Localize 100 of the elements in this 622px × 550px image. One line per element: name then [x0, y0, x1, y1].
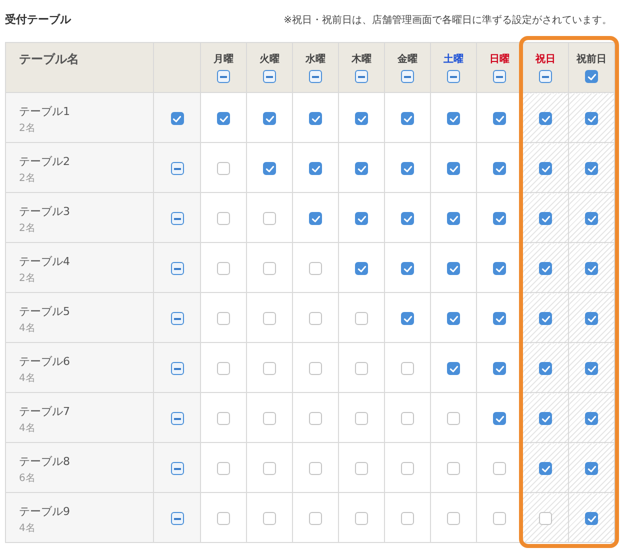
- day-checkbox[interactable]: [401, 212, 414, 226]
- day-checkbox[interactable]: [447, 412, 460, 426]
- table-name: テーブル2: [19, 154, 70, 169]
- day-checkbox[interactable]: [263, 512, 276, 526]
- column-checkbox[interactable]: [585, 70, 598, 83]
- day-checkbox[interactable]: [539, 412, 552, 426]
- day-checkbox[interactable]: [493, 462, 506, 476]
- day-checkbox[interactable]: [217, 162, 230, 176]
- day-checkbox[interactable]: [263, 112, 276, 126]
- day-checkbox[interactable]: [585, 312, 598, 326]
- row-checkbox[interactable]: [170, 412, 184, 426]
- day-checkbox[interactable]: [309, 162, 322, 176]
- day-checkbox[interactable]: [309, 262, 322, 276]
- day-checkbox[interactable]: [263, 362, 276, 376]
- day-checkbox[interactable]: [447, 212, 460, 226]
- day-checkbox[interactable]: [309, 212, 322, 226]
- day-checkbox[interactable]: [401, 162, 414, 176]
- row-checkbox[interactable]: [170, 112, 184, 126]
- column-checkbox[interactable]: [539, 70, 552, 83]
- row-checkbox[interactable]: [170, 312, 184, 326]
- day-checkbox[interactable]: [217, 312, 230, 326]
- day-checkbox[interactable]: [539, 112, 552, 126]
- day-checkbox[interactable]: [447, 512, 460, 526]
- row-checkbox[interactable]: [170, 362, 184, 376]
- day-checkbox[interactable]: [263, 262, 276, 276]
- day-checkbox[interactable]: [401, 262, 414, 276]
- day-checkbox[interactable]: [493, 212, 506, 226]
- row-checkbox[interactable]: [170, 262, 184, 276]
- day-checkbox[interactable]: [309, 362, 322, 376]
- day-checkbox[interactable]: [355, 262, 368, 276]
- day-checkbox[interactable]: [447, 112, 460, 126]
- day-checkbox[interactable]: [217, 362, 230, 376]
- column-checkbox[interactable]: [263, 70, 276, 83]
- day-checkbox[interactable]: [585, 112, 598, 126]
- day-checkbox[interactable]: [539, 262, 552, 276]
- day-checkbox[interactable]: [401, 112, 414, 126]
- column-checkbox[interactable]: [217, 70, 230, 83]
- day-checkbox[interactable]: [263, 462, 276, 476]
- day-checkbox[interactable]: [493, 112, 506, 126]
- row-checkbox[interactable]: [170, 512, 184, 526]
- day-checkbox[interactable]: [355, 112, 368, 126]
- day-checkbox[interactable]: [263, 212, 276, 226]
- day-checkbox[interactable]: [355, 512, 368, 526]
- day-checkbox[interactable]: [401, 462, 414, 476]
- day-checkbox[interactable]: [539, 212, 552, 226]
- day-checkbox[interactable]: [493, 412, 506, 426]
- day-checkbox[interactable]: [493, 362, 506, 376]
- day-checkbox[interactable]: [447, 362, 460, 376]
- day-checkbox[interactable]: [539, 462, 552, 476]
- day-checkbox[interactable]: [585, 362, 598, 376]
- day-checkbox[interactable]: [447, 262, 460, 276]
- column-checkbox[interactable]: [493, 70, 506, 83]
- day-checkbox[interactable]: [263, 412, 276, 426]
- day-checkbox[interactable]: [401, 412, 414, 426]
- row-checkbox[interactable]: [170, 212, 184, 226]
- day-checkbox[interactable]: [539, 512, 552, 526]
- day-checkbox[interactable]: [585, 162, 598, 176]
- column-checkbox[interactable]: [309, 70, 322, 83]
- day-checkbox[interactable]: [309, 112, 322, 126]
- day-checkbox[interactable]: [447, 162, 460, 176]
- day-checkbox[interactable]: [585, 462, 598, 476]
- day-checkbox[interactable]: [309, 412, 322, 426]
- day-checkbox[interactable]: [493, 262, 506, 276]
- day-checkbox[interactable]: [539, 362, 552, 376]
- day-checkbox[interactable]: [217, 262, 230, 276]
- day-checkbox[interactable]: [309, 462, 322, 476]
- day-checkbox[interactable]: [401, 312, 414, 326]
- day-checkbox[interactable]: [217, 462, 230, 476]
- day-checkbox[interactable]: [263, 162, 276, 176]
- day-checkbox[interactable]: [493, 312, 506, 326]
- column-checkbox[interactable]: [447, 70, 460, 83]
- day-checkbox[interactable]: [493, 512, 506, 526]
- day-checkbox[interactable]: [585, 212, 598, 226]
- day-checkbox[interactable]: [263, 312, 276, 326]
- day-checkbox[interactable]: [217, 412, 230, 426]
- day-checkbox[interactable]: [355, 462, 368, 476]
- day-checkbox[interactable]: [447, 312, 460, 326]
- column-checkbox[interactable]: [355, 70, 368, 83]
- day-checkbox[interactable]: [401, 362, 414, 376]
- day-checkbox[interactable]: [585, 262, 598, 276]
- day-checkbox[interactable]: [539, 162, 552, 176]
- day-checkbox[interactable]: [355, 412, 368, 426]
- day-checkbox[interactable]: [217, 512, 230, 526]
- day-checkbox[interactable]: [539, 312, 552, 326]
- day-checkbox[interactable]: [217, 212, 230, 226]
- day-checkbox[interactable]: [309, 512, 322, 526]
- row-checkbox[interactable]: [170, 162, 184, 176]
- day-checkbox[interactable]: [585, 412, 598, 426]
- day-checkbox[interactable]: [217, 112, 230, 126]
- day-checkbox[interactable]: [355, 212, 368, 226]
- day-checkbox[interactable]: [355, 362, 368, 376]
- column-checkbox[interactable]: [401, 70, 414, 83]
- row-checkbox[interactable]: [170, 462, 184, 476]
- day-checkbox[interactable]: [355, 162, 368, 176]
- day-checkbox[interactable]: [355, 312, 368, 326]
- day-checkbox[interactable]: [585, 512, 598, 526]
- day-checkbox[interactable]: [493, 162, 506, 176]
- day-checkbox[interactable]: [447, 462, 460, 476]
- day-checkbox[interactable]: [401, 512, 414, 526]
- day-checkbox[interactable]: [309, 312, 322, 326]
